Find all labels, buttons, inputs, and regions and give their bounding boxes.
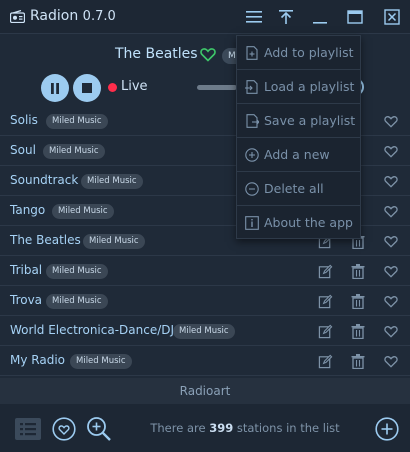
search-button[interactable] — [86, 416, 112, 442]
maximize-icon — [347, 10, 363, 24]
edit-icon[interactable] — [317, 293, 333, 309]
radio-icon — [10, 10, 25, 23]
menu-item-label: About the app — [264, 215, 353, 230]
station-name: World Electronica-Dance/DJ — [10, 323, 175, 337]
menu-button[interactable] — [244, 7, 264, 27]
plus-circle-icon — [245, 148, 259, 162]
table-row[interactable]: Trova Miled Music — [0, 286, 410, 316]
live-indicator — [108, 83, 117, 92]
station-tag: Miled Music — [81, 174, 143, 189]
menu-item-label: Add a new — [264, 147, 330, 162]
station-count: 399 — [209, 421, 234, 435]
station-count-status: There are 399 stations in the list — [150, 421, 340, 435]
station-tag: Miled Music — [83, 234, 145, 249]
menu-item-about[interactable]: About the app — [237, 206, 360, 240]
menu-item-add-new[interactable]: Add a new — [237, 138, 360, 172]
status-suffix: stations in the list — [236, 421, 340, 435]
favorite-icon[interactable] — [383, 293, 399, 309]
station-name: Soul — [10, 143, 36, 157]
maximize-button[interactable] — [345, 7, 365, 27]
station-name: Tango — [10, 203, 46, 217]
station-name: Trova — [10, 293, 43, 307]
stop-button[interactable] — [73, 74, 101, 102]
list-footer-title: Radioart — [0, 378, 410, 404]
live-label: Live — [121, 79, 148, 94]
favorite-icon[interactable] — [383, 203, 399, 219]
menu-item-load-playlist[interactable]: Load a playlist — [237, 70, 360, 104]
station-tag: Miled Music — [70, 354, 132, 369]
zoom-in-search-icon — [87, 417, 111, 441]
edit-icon[interactable] — [317, 353, 333, 369]
menu-item-label: Delete all — [264, 181, 324, 196]
title-bar: Radion 0.7.0 — [0, 0, 410, 34]
menu-item-save-playlist[interactable]: Save a playlist — [237, 104, 360, 138]
add-station-button[interactable] — [374, 416, 400, 442]
list-icon — [15, 418, 41, 440]
add-file-icon — [246, 46, 258, 60]
station-name: Soundtrack — [10, 173, 79, 187]
delete-icon[interactable] — [350, 323, 366, 339]
status-prefix: There are — [150, 421, 206, 435]
bottom-bar: There are 399 stations in the list — [0, 404, 410, 452]
minus-circle-icon — [245, 182, 259, 196]
station-tag: Miled Music — [46, 294, 108, 309]
station-tag: Miled Music — [173, 324, 235, 339]
minimize-button[interactable] — [310, 7, 330, 27]
favorite-heart-icon[interactable] — [200, 47, 216, 62]
station-name: Tribal — [10, 263, 43, 277]
plus-circle-icon — [375, 417, 399, 441]
volume-slider[interactable] — [197, 85, 237, 90]
save-file-icon — [246, 114, 259, 128]
station-tag: Miled Music — [43, 144, 105, 159]
info-icon — [245, 216, 259, 230]
always-on-top-button[interactable] — [276, 7, 296, 27]
app-version: 0.7.0 — [82, 9, 116, 24]
favorites-button[interactable] — [51, 416, 77, 442]
edit-icon[interactable] — [317, 263, 333, 279]
edit-icon[interactable] — [317, 323, 333, 339]
station-tag: Miled Music — [46, 264, 108, 279]
favorite-icon[interactable] — [383, 173, 399, 189]
menu-item-delete-all[interactable]: Delete all — [237, 172, 360, 206]
favorite-icon[interactable] — [383, 263, 399, 279]
pin-top-icon — [279, 10, 293, 24]
heart-circle-icon — [52, 417, 76, 441]
all-stations-button[interactable] — [15, 416, 41, 442]
table-row[interactable]: Tribal Miled Music — [0, 256, 410, 286]
favorite-icon[interactable] — [383, 113, 399, 129]
menu-item-label: Add to playlist — [264, 45, 354, 60]
delete-icon[interactable] — [350, 263, 366, 279]
station-name: My Radio — [10, 353, 65, 367]
stop-icon — [82, 83, 92, 93]
favorite-icon[interactable] — [383, 233, 399, 249]
app-name: Radion — [30, 8, 79, 24]
menu-item-add-to-playlist[interactable]: Add to playlist — [237, 36, 360, 70]
station-name: Solis — [10, 113, 38, 127]
favorite-icon[interactable] — [383, 323, 399, 339]
menu-item-label: Save a playlist — [264, 113, 356, 128]
app-title: Radion 0.7.0 — [30, 8, 116, 24]
table-row[interactable]: World Electronica-Dance/DJ Miled Music — [0, 316, 410, 346]
minimize-icon — [313, 22, 327, 24]
delete-icon[interactable] — [350, 293, 366, 309]
delete-icon[interactable] — [350, 353, 366, 369]
now-playing-title: The Beatles — [115, 46, 198, 62]
close-button[interactable] — [382, 7, 402, 27]
pause-button[interactable] — [41, 74, 69, 102]
menu-item-label: Load a playlist — [264, 79, 355, 94]
load-file-icon — [245, 80, 258, 94]
main-menu-dropdown: Add to playlist Load a playlist Save a p… — [236, 35, 361, 239]
close-icon — [384, 9, 400, 25]
table-row[interactable]: My Radio Miled Music — [0, 346, 410, 376]
favorite-icon[interactable] — [383, 353, 399, 369]
station-tag: Miled Music — [46, 114, 108, 129]
pause-icon — [51, 82, 59, 94]
favorite-icon[interactable] — [383, 143, 399, 159]
station-name: The Beatles — [10, 233, 81, 247]
hamburger-icon — [246, 11, 262, 23]
station-tag: Miled Music — [52, 204, 114, 219]
